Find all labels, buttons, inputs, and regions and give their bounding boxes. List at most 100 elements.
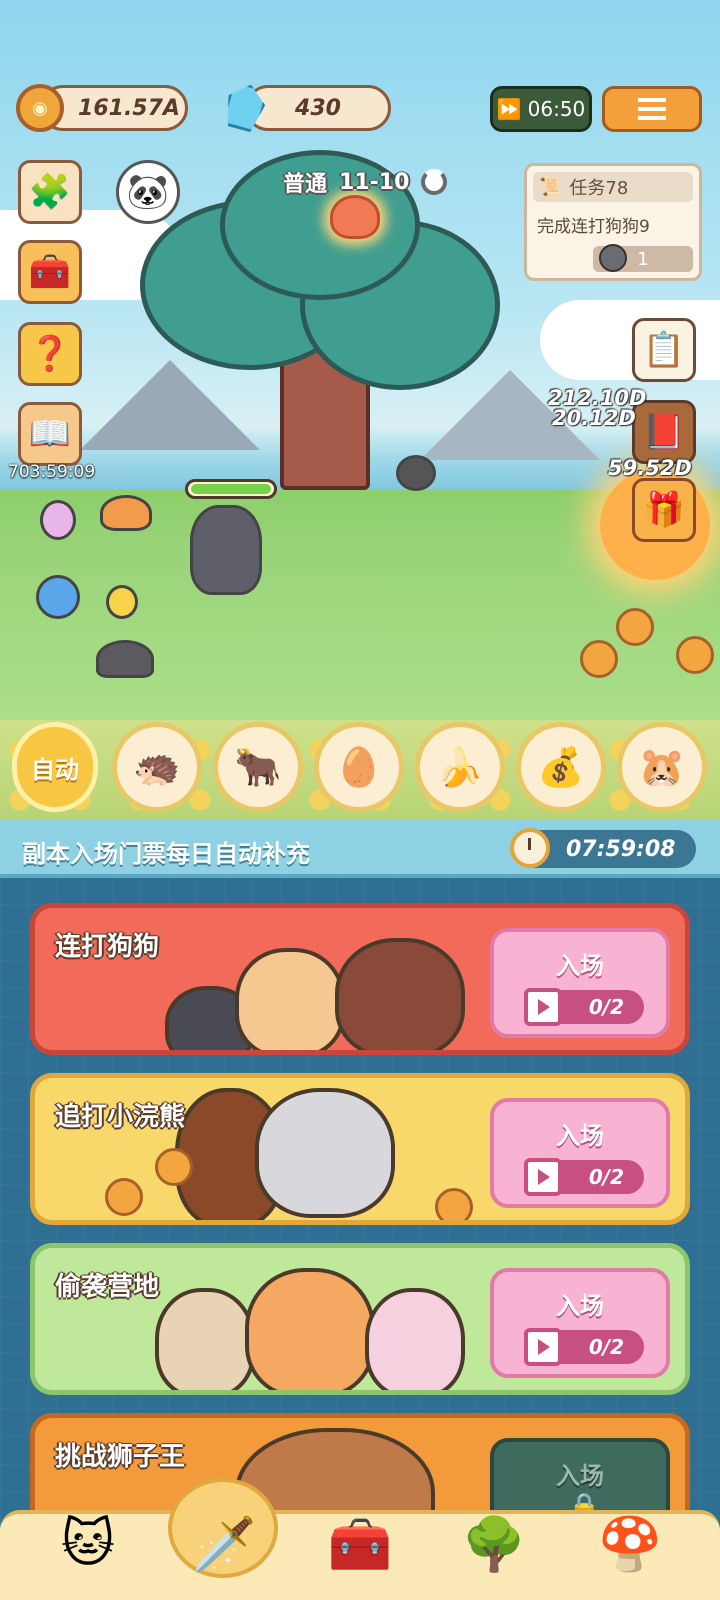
checklist-icon[interactable]: 📋 [632, 318, 696, 382]
player-hp-bar [185, 479, 277, 499]
dungeon-card-raccoon[interactable]: 追打小浣熊 入场 0/2 [30, 1073, 690, 1225]
dungeon-title: 挑战狮子王 [55, 1442, 186, 1472]
clock-icon [510, 828, 550, 868]
menu-button[interactable] [602, 86, 702, 132]
cat-icon [599, 244, 627, 272]
blue-bird-pet [36, 575, 80, 619]
quest-description: 完成连打狗狗9 [537, 217, 650, 237]
coin-art [435, 1188, 473, 1220]
treasure-chest-icon: 🧰 [327, 1514, 393, 1575]
skill-hedgehog[interactable]: 🦔 [112, 722, 202, 812]
enter-label: 入场 [556, 1292, 604, 1320]
coin-amount: 161.57A [78, 95, 180, 121]
corgi-art [335, 938, 465, 1050]
bull-icon: 🐂 [234, 744, 282, 789]
coin-drop[interactable] [616, 608, 654, 646]
sack-icon: 💰 [537, 744, 585, 789]
enter-button[interactable]: 入场 0/2 [490, 1098, 670, 1208]
coin-drop[interactable] [580, 640, 618, 678]
coin-drop[interactable] [676, 636, 714, 674]
battle-sword-icon: 🗡️ [191, 1514, 257, 1575]
quest-card[interactable]: 📜 任务78 完成连打狗狗9 1 [524, 163, 702, 281]
egg-icon: 🥚 [335, 744, 383, 789]
chick-pet [106, 585, 138, 619]
ticket-count-value: 0/2 [588, 1165, 624, 1189]
scroll-icon: 📜 [539, 176, 562, 198]
dungeon-title: 偷袭营地 [55, 1272, 160, 1302]
stage-level: 11-10 [339, 169, 410, 195]
dungeon-card-dogs[interactable]: 连打狗狗 入场 0/2 [30, 903, 690, 1055]
raccoon-art [255, 1088, 395, 1218]
mushroom-house-icon: 🍄 [597, 1514, 663, 1575]
skill-egg[interactable]: 🥚 [314, 722, 404, 812]
cat-home-icon: 🐱 [60, 1514, 116, 1574]
damage-number: 59.52D [608, 456, 692, 480]
gem-counter: 430 [245, 85, 391, 131]
siamese-cat-art [155, 1288, 255, 1390]
gem-amount: 430 [295, 95, 341, 121]
damage-number: 20.12D [552, 406, 636, 430]
enter-label: 入场 [556, 952, 604, 980]
mystery-box-icon[interactable]: ❓ [18, 322, 82, 386]
ticket-count: 0/2 [524, 1158, 644, 1196]
gift-icon[interactable]: 🎁 [632, 478, 696, 542]
shiba-art [235, 948, 345, 1050]
enter-label: 入场 [556, 1122, 604, 1150]
nav-treasure[interactable]: 🧰 [312, 1496, 408, 1592]
skill-bull[interactable]: 🐂 [213, 722, 303, 812]
video-ad-icon [524, 1158, 562, 1196]
ticket-count-value: 0/2 [588, 995, 624, 1019]
tree-icon: 🌳 [461, 1514, 527, 1575]
quest-progress-value: 1 [637, 248, 649, 270]
treasure-chest-icon[interactable]: 🧰 [18, 240, 82, 304]
ticket-count: 0/2 [524, 1328, 644, 1366]
fast-forward-icon: ⏩ [496, 97, 522, 121]
book-icon[interactable]: 📖 [18, 402, 82, 466]
ticket-refill-timer: 07:59:08 [510, 828, 696, 868]
video-ad-icon [524, 1328, 562, 1366]
dungeon-title: 追打小浣熊 [55, 1102, 186, 1132]
stage-label: 普通 11-10 [283, 166, 448, 198]
book-event-timer: 703:59:09 [8, 462, 96, 482]
dungeon-card-camp[interactable]: 偷袭营地 入场 0/2 [30, 1243, 690, 1395]
ticket-banner: 副本入场门票每日自动补充 07:59:08 [0, 820, 720, 878]
quest-header: 📜 任务78 [533, 172, 693, 202]
skill-mole[interactable]: 🐹 [617, 722, 707, 812]
nav-battle[interactable]: 🗡️ [176, 1496, 272, 1592]
speed-boost-button[interactable]: ⏩ 06:50 [490, 86, 592, 132]
skill-banana[interactable]: 🍌 [415, 722, 505, 812]
coin-art [155, 1148, 193, 1186]
pink-cat-art [365, 1288, 465, 1390]
nav-mushroom-house[interactable]: 🍄 [582, 1496, 678, 1592]
equipment-icon[interactable]: 🧩 [18, 160, 82, 224]
skill-sack[interactable]: 💰 [516, 722, 606, 812]
nav-tree[interactable]: 🌳 [446, 1496, 542, 1592]
hedgehog-icon: 🦔 [133, 744, 181, 789]
hedgehog-pet [96, 640, 154, 678]
orange-slime-pet [100, 495, 152, 531]
ticket-count-value: 0/2 [588, 1335, 624, 1359]
video-ad-icon [524, 988, 562, 1026]
stage-mode: 普通 [283, 172, 328, 197]
mole-icon: 🐹 [638, 744, 686, 789]
enemy-cat [396, 455, 436, 491]
ticket-refill-time: 07:59:08 [566, 836, 676, 862]
black-cat-hero[interactable] [190, 505, 262, 595]
orange-cat-art [245, 1268, 375, 1390]
enter-button[interactable]: 入场 0/2 [490, 1268, 670, 1378]
speed-boost-timer: 06:50 [527, 97, 586, 121]
coin-art [105, 1178, 143, 1216]
boss-slime-icon[interactable] [330, 195, 380, 239]
butterfly-pet [40, 500, 76, 540]
auto-label: 自动 [31, 755, 79, 784]
enter-button[interactable]: 入场 0/2 [490, 928, 670, 1038]
nav-cat-home[interactable]: 🐱 [40, 1496, 136, 1592]
ticket-banner-text: 副本入场门票每日自动补充 [22, 840, 310, 868]
panda-event-icon[interactable]: 🐼 [116, 160, 180, 224]
refresh-icon[interactable] [421, 169, 448, 195]
quest-title: 任务78 [569, 178, 629, 199]
auto-skill-button[interactable]: 自动 [12, 722, 98, 812]
mountain [80, 360, 260, 450]
coin-icon: ◉ [16, 84, 64, 132]
list-menu-icon [638, 98, 666, 120]
